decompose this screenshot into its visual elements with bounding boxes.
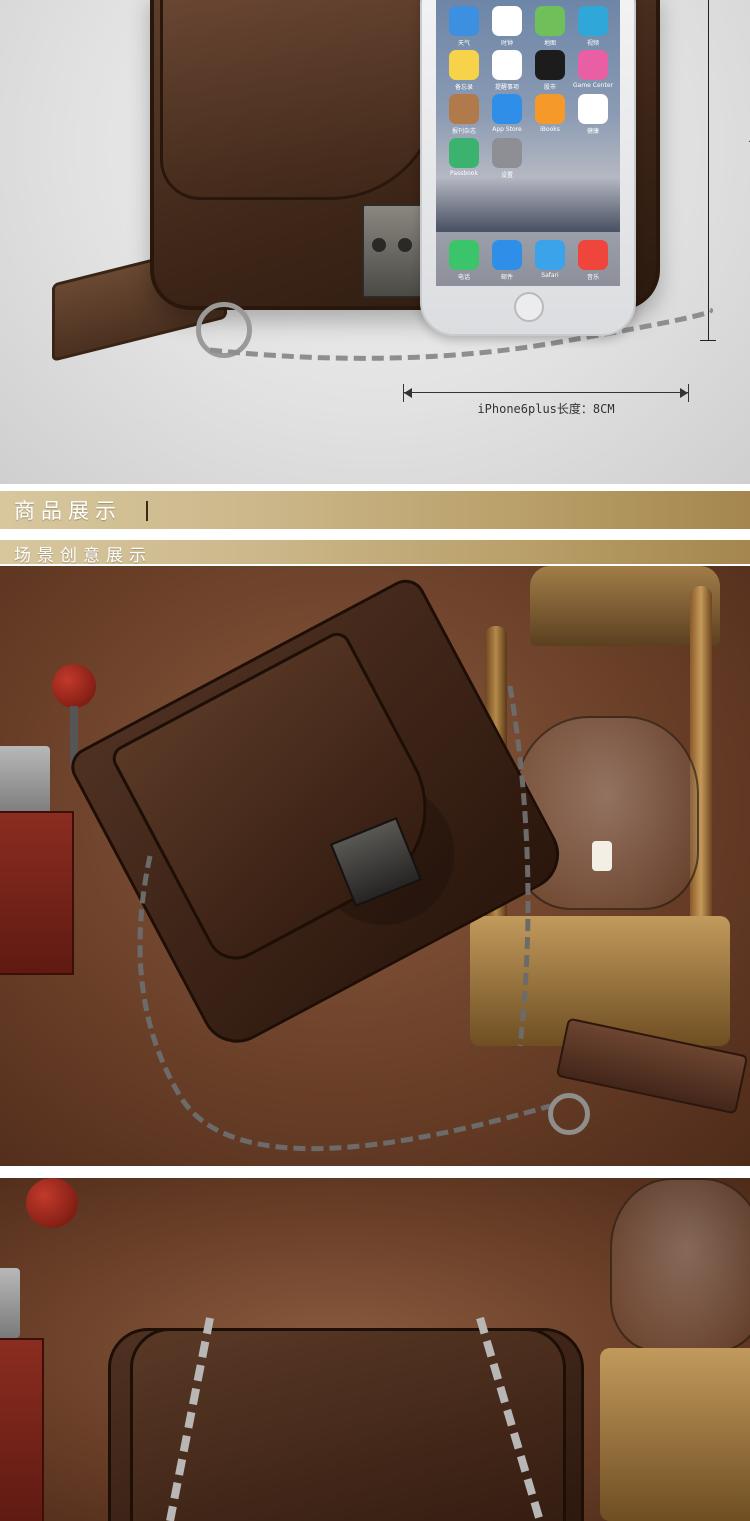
app-icon bbox=[492, 94, 522, 124]
app-label: 设置 bbox=[500, 172, 513, 179]
app-icon bbox=[449, 50, 479, 80]
app-icon bbox=[449, 138, 479, 168]
scene-display-banner: 场景创意展示 bbox=[0, 540, 750, 566]
bag-chain bbox=[166, 1316, 544, 1521]
app-icon bbox=[578, 50, 608, 80]
dock-app-icon bbox=[535, 240, 565, 270]
dock-app-icon bbox=[492, 240, 522, 270]
iphone-6-plus: 天气 时钟 地图 视频备忘录 提醒事项 股市 Game Center 报刊杂志 App Stor… bbox=[420, 0, 636, 336]
lock-rivet bbox=[398, 238, 412, 252]
strap-ring bbox=[548, 1093, 590, 1135]
product-display-banner: 商品展示 bbox=[0, 491, 750, 529]
coffee-grinder bbox=[0, 1338, 44, 1521]
app-icon bbox=[492, 6, 522, 36]
lantern-glass bbox=[610, 1178, 750, 1352]
banner-divider bbox=[146, 501, 148, 521]
length-dimension-cap-right bbox=[688, 384, 689, 402]
scene-photo-2 bbox=[0, 1178, 750, 1521]
app-icon bbox=[449, 94, 479, 124]
app-label: 健康 bbox=[586, 128, 599, 135]
app-label: 提醒事项 bbox=[494, 84, 519, 91]
app-label: Passbook bbox=[450, 170, 478, 177]
height-dimension-cap bbox=[700, 340, 716, 341]
dock-app-icon bbox=[449, 240, 479, 270]
scene-photo-1 bbox=[0, 566, 750, 1166]
dock-app-label: Safari bbox=[541, 272, 559, 279]
app-label: 报刊杂志 bbox=[451, 128, 476, 135]
app-icon bbox=[492, 50, 522, 80]
app-label: 备忘录 bbox=[454, 84, 473, 91]
arrow-right-icon bbox=[680, 388, 688, 398]
app-icon bbox=[535, 50, 565, 80]
lock-rivet bbox=[372, 238, 386, 252]
height-label: iPhone6plus高度：15.9CM bbox=[748, 90, 750, 246]
banner-subtitle: 场景创意展示 bbox=[14, 546, 152, 566]
banner-title: 商品展示 bbox=[14, 499, 122, 523]
coffee-grinder bbox=[0, 811, 74, 975]
app-icon bbox=[535, 6, 565, 36]
dock-app-label: 电话 bbox=[457, 274, 470, 281]
app-icon bbox=[492, 138, 522, 168]
app-label: App Store bbox=[492, 126, 522, 133]
app-icon bbox=[449, 6, 479, 36]
app-icon bbox=[578, 94, 608, 124]
dock-app-label: 音乐 bbox=[586, 274, 599, 281]
app-icon bbox=[578, 6, 608, 36]
size-comparison-photo: 天气 时钟 地图 视频备忘录 提醒事项 股市 Game Center 报刊杂志 App Stor… bbox=[0, 0, 750, 484]
phone-screen: 天气 时钟 地图 视频备忘录 提醒事项 股市 Game Center 报刊杂志 App Stor… bbox=[436, 0, 620, 286]
app-icon bbox=[535, 94, 565, 124]
app-label: 天气 bbox=[457, 40, 470, 47]
dock-app-icon bbox=[578, 240, 608, 270]
app-label: Game Center bbox=[573, 82, 613, 89]
app-label: 地图 bbox=[543, 40, 556, 47]
grinder-knob bbox=[52, 664, 96, 708]
grinder-knob bbox=[26, 1178, 78, 1228]
bag-flap bbox=[160, 0, 440, 200]
length-dimension-line bbox=[404, 392, 688, 393]
dock-app-label: 邮件 bbox=[500, 274, 513, 281]
length-label: iPhone6plus长度：8CM bbox=[477, 402, 615, 416]
lantern-base bbox=[600, 1348, 750, 1521]
app-label: 视频 bbox=[586, 40, 599, 47]
app-label: 股市 bbox=[543, 84, 556, 91]
app-label: 时钟 bbox=[500, 40, 513, 47]
phone-dock: 电话 邮件 Safari 音乐 bbox=[436, 232, 620, 286]
grinder-cup bbox=[0, 1268, 20, 1338]
grinder-cup bbox=[0, 746, 50, 816]
home-button bbox=[514, 292, 544, 322]
app-label: iBooks bbox=[540, 126, 560, 133]
arrow-left-icon bbox=[404, 388, 412, 398]
